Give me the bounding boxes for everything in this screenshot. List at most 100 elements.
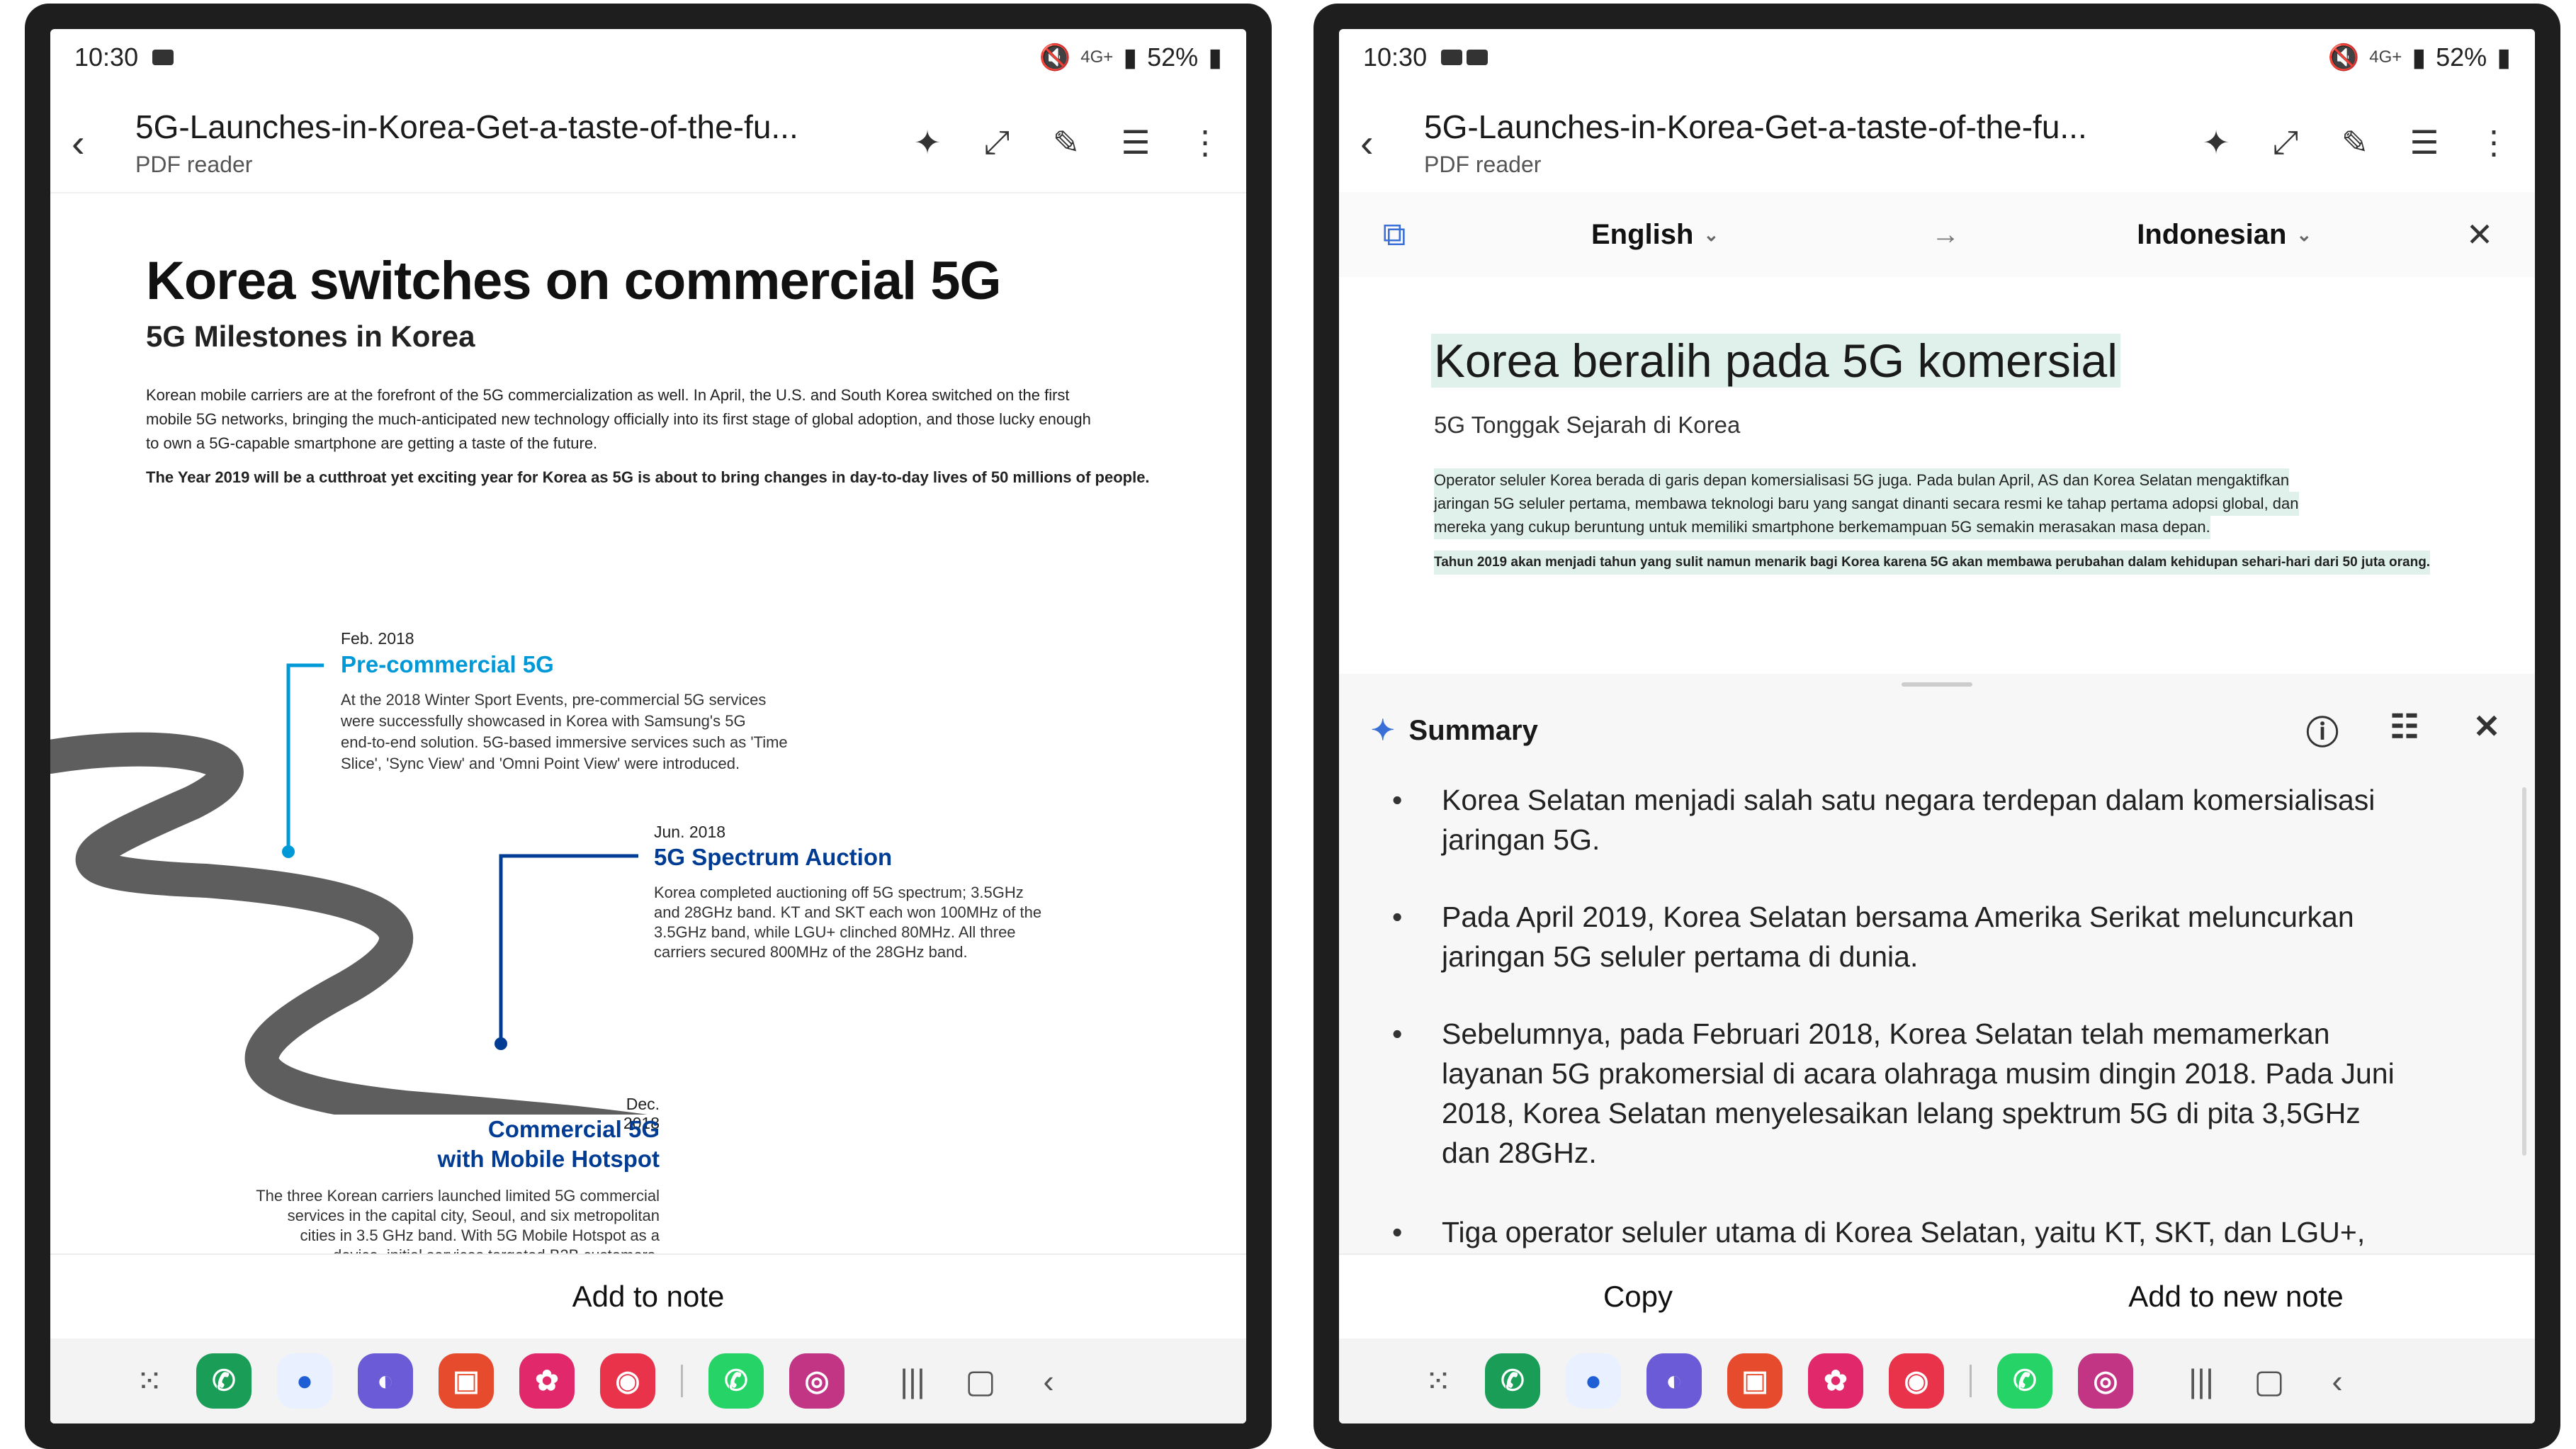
- summary-bullet: Sebelumnya, pada Februari 2018, Korea Se…: [1392, 1014, 2412, 1173]
- source-language-label: English: [1591, 218, 1694, 250]
- recents-icon[interactable]: |||: [891, 1362, 934, 1400]
- gallery-app-icon[interactable]: ✿: [1808, 1353, 1863, 1409]
- ai-sparkle-icon: ✦: [1371, 715, 1395, 746]
- expand-icon[interactable]: ⤢: [977, 123, 1017, 162]
- record-icon: [1467, 50, 1488, 65]
- summary-bullet: Tiga operator seluler utama di Korea Sel…: [1392, 1212, 2412, 1253]
- translated-page: Korea beralih pada 5G komersial 5G Tongg…: [1339, 277, 2535, 674]
- camera-app-icon[interactable]: ◉: [600, 1353, 655, 1409]
- status-time: 10:30: [74, 43, 139, 72]
- phone-app-icon[interactable]: ✆: [1485, 1353, 1540, 1409]
- timeline-line: At the 2018 Winter Sport Events, pre-com…: [341, 691, 767, 709]
- timeline-title: Pre-commercial 5G: [341, 651, 554, 677]
- summary-actions: ⓘ ☷ ✕: [2303, 707, 2507, 754]
- copy-button[interactable]: Copy: [1339, 1280, 1937, 1314]
- timeline-line: were successfully showcased in Korea wit…: [341, 712, 746, 730]
- screen-right: 10:30 🔇 4G+ ▮ 52% ▮ ‹ 5G-Launches-in-Kor…: [1339, 29, 2535, 1423]
- close-icon[interactable]: ✕: [2460, 215, 2499, 254]
- timeline-line: 3.5GHz band, while LGU+ clinched 80MHz. …: [654, 923, 1016, 941]
- back-icon[interactable]: ‹: [72, 120, 121, 166]
- chevron-down-icon: ⌄: [2296, 223, 2312, 245]
- info-icon[interactable]: ⓘ: [2303, 707, 2342, 754]
- instagram-app-icon[interactable]: ◎: [789, 1353, 844, 1409]
- doc-subtitle: PDF reader: [135, 151, 253, 177]
- summary-title: Summary: [1408, 714, 1538, 746]
- add-to-note-button[interactable]: Add to note: [50, 1253, 1246, 1338]
- doc-subtitle: PDF reader: [1424, 151, 1542, 177]
- add-to-new-note-button[interactable]: Add to new note: [1937, 1280, 2535, 1314]
- whatsapp-app-icon[interactable]: ✆: [708, 1353, 764, 1409]
- signal-icon: ▮: [2412, 43, 2427, 72]
- instagram-app-icon[interactable]: ◎: [2078, 1353, 2133, 1409]
- expand-icon[interactable]: ⤢: [2266, 123, 2305, 162]
- gallery-status-icon: [1441, 50, 1463, 65]
- app-drawer-icon[interactable]: ⁙: [128, 1362, 171, 1400]
- home-icon[interactable]: ▢: [2248, 1362, 2290, 1400]
- device-left: 10:30 🔇 4G+ ▮ 52% ▮ ‹ 5G-Launches-in-Kor…: [25, 4, 1272, 1449]
- internet-app-icon[interactable]: ◐: [1646, 1353, 1702, 1409]
- timeline-line: cities in 3.5 GHz band. With 5G Mobile H…: [300, 1227, 660, 1244]
- notes-app-icon[interactable]: ▣: [1727, 1353, 1783, 1409]
- phone-app-icon[interactable]: ✆: [196, 1353, 252, 1409]
- messages-app-icon[interactable]: ●: [277, 1353, 332, 1409]
- battery-text: 52%: [2436, 43, 2487, 72]
- translated-subheading: 5G Tonggak Sejarah di Korea: [1434, 412, 1741, 438]
- app-actions: ✦ ⤢ ✎ ☰ ⋮: [908, 123, 1225, 162]
- timeline-line: services in the capital city, Seoul, and…: [287, 1207, 660, 1224]
- camera-app-icon[interactable]: ◉: [1889, 1353, 1944, 1409]
- ai-sparkle-icon[interactable]: ✦: [908, 123, 947, 162]
- scrollbar[interactable]: [2522, 787, 2526, 1156]
- battery-icon: ▮: [2497, 43, 2511, 72]
- screen-left: 10:30 🔇 4G+ ▮ 52% ▮ ‹ 5G-Launches-in-Kor…: [50, 29, 1246, 1423]
- line-t2: [499, 854, 638, 1044]
- edit-icon[interactable]: ✎: [1046, 123, 1086, 162]
- close-icon[interactable]: ✕: [2467, 707, 2507, 754]
- more-icon[interactable]: ⋮: [2474, 123, 2514, 162]
- dot-t2: [495, 1037, 507, 1050]
- summary-panel: ✦ Summary ⓘ ☷ ✕ Korea Selatan menjadi sa…: [1339, 674, 2535, 1253]
- network-label: 4G+: [2369, 47, 2402, 67]
- dock-separator: [681, 1365, 683, 1397]
- drag-handle[interactable]: [1902, 682, 1972, 687]
- device-right: 10:30 🔇 4G+ ▮ 52% ▮ ‹ 5G-Launches-in-Kor…: [1314, 4, 2560, 1449]
- home-icon[interactable]: ▢: [959, 1362, 1002, 1400]
- messages-app-icon[interactable]: ●: [1566, 1353, 1621, 1409]
- notes-app-icon[interactable]: ▣: [439, 1353, 494, 1409]
- nav-back-icon[interactable]: ‹: [1027, 1362, 1070, 1400]
- status-right: 🔇 4G+ ▮ 52% ▮: [1039, 43, 1222, 72]
- stage: 10:30 🔇 4G+ ▮ 52% ▮ ‹ 5G-Launches-in-Kor…: [0, 0, 2576, 1449]
- timeline-line: carriers secured 800MHz of the 28GHz ban…: [654, 943, 968, 961]
- translate-icon[interactable]: ⧉: [1374, 215, 1414, 254]
- translated-para-bold: Tahun 2019 akan menjadi tahun yang sulit…: [1434, 551, 2431, 575]
- timeline-date: Feb. 2018: [341, 629, 414, 648]
- summary-bullet: Pada April 2019, Korea Selatan bersama A…: [1392, 897, 2412, 976]
- internet-app-icon[interactable]: ◐: [358, 1353, 413, 1409]
- more-icon[interactable]: ⋮: [1185, 123, 1225, 162]
- mute-icon: 🔇: [1039, 43, 1071, 72]
- record-icon: [152, 50, 174, 65]
- list-icon[interactable]: ☷: [2385, 707, 2424, 754]
- timeline-line: and 28GHz band. KT and SKT each won 100M…: [654, 903, 1042, 921]
- timeline-title: 5G Spectrum Auction: [654, 844, 893, 870]
- source-language-select[interactable]: English ⌄: [1591, 219, 1719, 251]
- line-t1: [286, 663, 324, 852]
- text-view-icon[interactable]: ☰: [1116, 123, 1156, 162]
- nav-bar: ⁙ ✆ ● ◐ ▣ ✿ ◉ ✆ ◎ ||| ▢ ‹: [1339, 1338, 2535, 1423]
- title-box: 5G-Launches-in-Korea-Get-a-taste-of-the-…: [135, 108, 891, 178]
- target-language-select[interactable]: Indonesian ⌄: [2137, 219, 2312, 251]
- translated-para-line: jaringan 5G seluler pertama, membawa tek…: [1434, 492, 2299, 516]
- timeline-line: Slice', 'Sync View' and 'Omni Point View…: [341, 755, 740, 772]
- edit-icon[interactable]: ✎: [2335, 123, 2375, 162]
- gallery-app-icon[interactable]: ✿: [519, 1353, 575, 1409]
- battery-icon: ▮: [1208, 43, 1222, 72]
- mute-icon: 🔇: [2327, 43, 2360, 72]
- back-icon[interactable]: ‹: [1360, 120, 1410, 166]
- recents-icon[interactable]: |||: [2180, 1362, 2222, 1400]
- text-view-icon[interactable]: ☰: [2405, 123, 2444, 162]
- app-drawer-icon[interactable]: ⁙: [1417, 1362, 1459, 1400]
- road-illustration: [50, 663, 648, 1115]
- whatsapp-app-icon[interactable]: ✆: [1997, 1353, 2052, 1409]
- ai-sparkle-icon[interactable]: ✦: [2196, 123, 2236, 162]
- title-box: 5G-Launches-in-Korea-Get-a-taste-of-the-…: [1424, 108, 2179, 178]
- nav-back-icon[interactable]: ‹: [2316, 1362, 2358, 1400]
